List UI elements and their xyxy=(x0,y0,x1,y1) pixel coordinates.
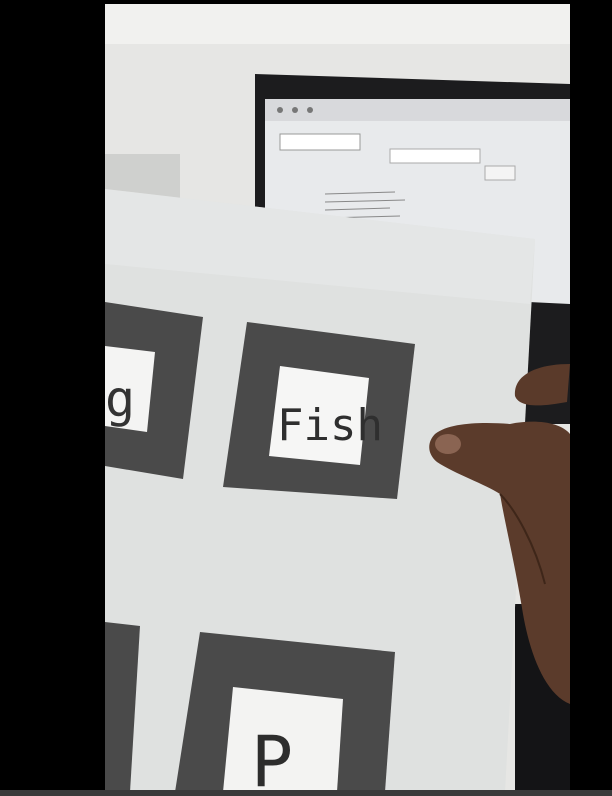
paper-sheet: g Fish P xyxy=(105,189,535,792)
camera-photo: g Fish P xyxy=(105,4,570,792)
screen-button xyxy=(484,165,516,181)
marker-p: P xyxy=(175,632,395,792)
marker-fish: Fish xyxy=(223,322,415,499)
marker-fish-text: Fish xyxy=(277,400,383,451)
progress-bar[interactable] xyxy=(0,790,612,796)
video-frame: g Fish P xyxy=(0,0,612,796)
wall-top xyxy=(105,4,570,44)
marker-left-text: g xyxy=(105,370,135,428)
marker-p-text: P xyxy=(251,721,293,792)
thumbnail-nail xyxy=(435,434,461,454)
photo-scene: g Fish P xyxy=(105,4,570,792)
screen-input xyxy=(279,133,361,151)
browser-button-icon xyxy=(277,107,283,113)
browser-button-icon xyxy=(307,107,313,113)
screen-select xyxy=(389,148,481,164)
browser-button-icon xyxy=(292,107,298,113)
